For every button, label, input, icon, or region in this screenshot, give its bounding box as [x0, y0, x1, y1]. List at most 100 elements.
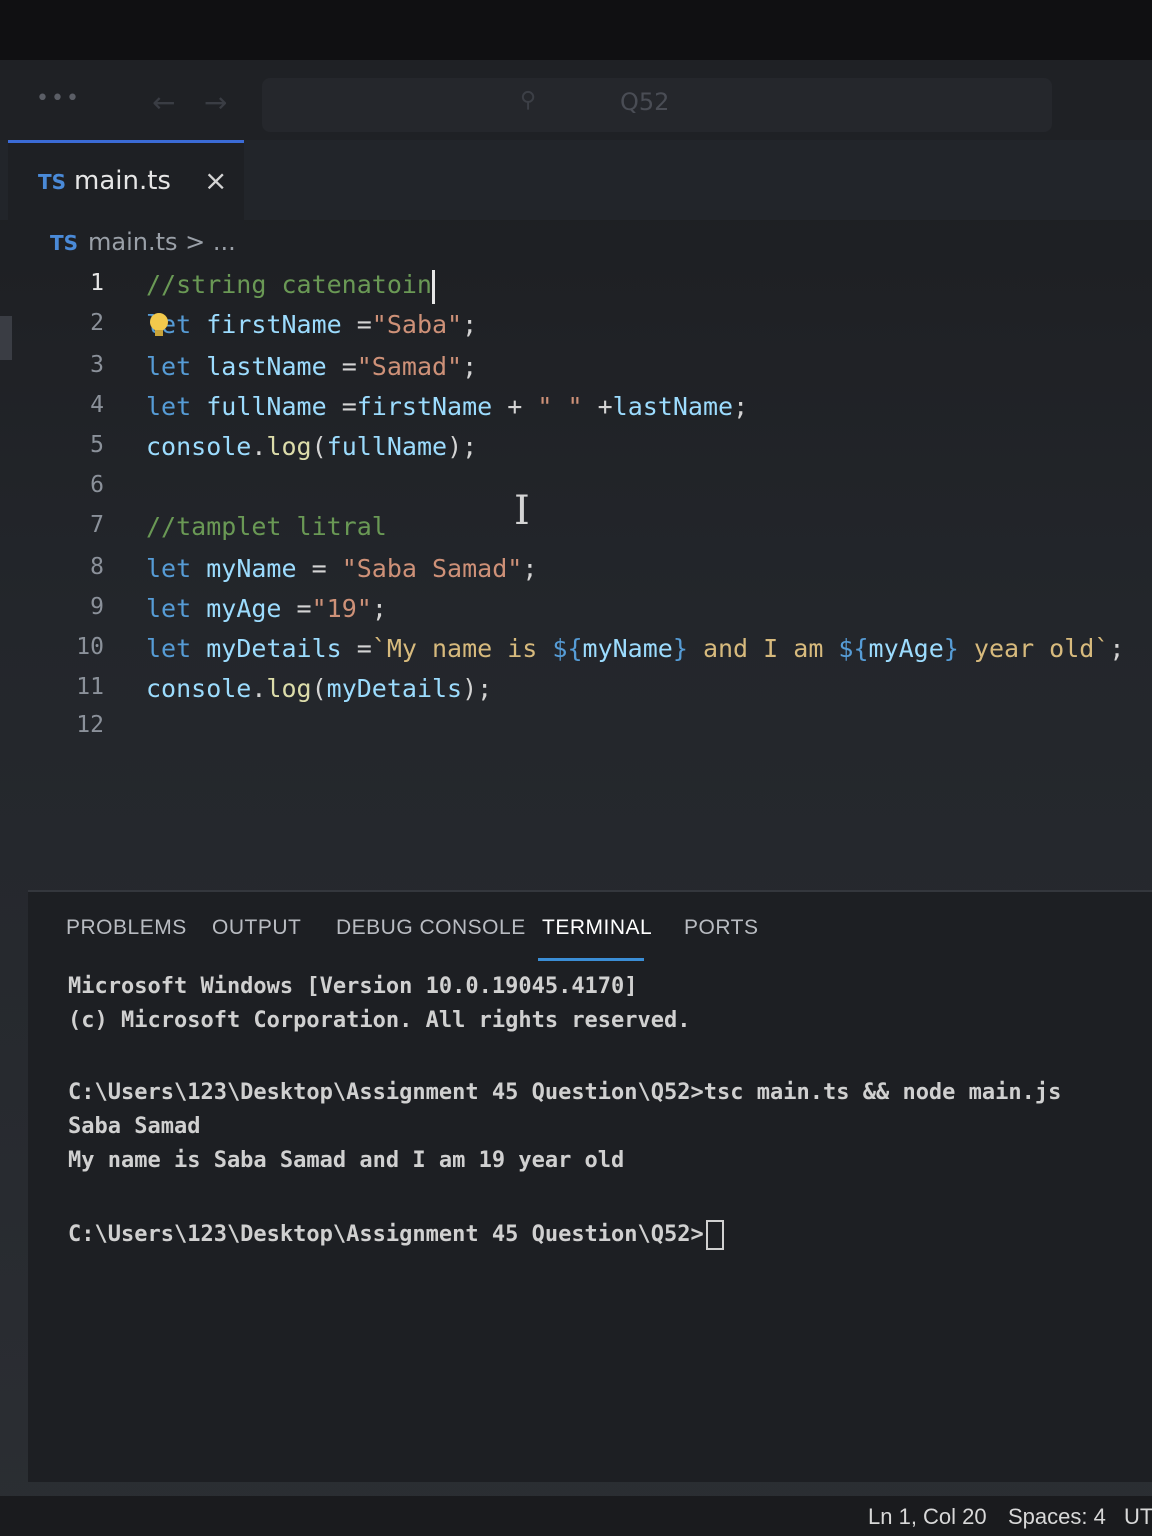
- code-token: =: [326, 352, 357, 381]
- code-line[interactable]: 3 let lastName ="Samad";: [0, 352, 1152, 392]
- line-number: 1: [90, 270, 104, 296]
- code-token: =: [296, 554, 342, 583]
- code-text: //string catenatoin: [146, 270, 432, 299]
- code-line[interactable]: 9 let myAge ="19";: [0, 594, 1152, 634]
- line-number: 5: [90, 432, 104, 458]
- status-encoding[interactable]: UT: [1124, 1504, 1152, 1530]
- terminal-output[interactable]: Microsoft Windows [Version 10.0.19045.41…: [68, 974, 1128, 1254]
- line-number: 7: [90, 512, 104, 538]
- terminal-prompt-line[interactable]: C:\Users\123\Desktop\Assignment 45 Quest…: [68, 1220, 1128, 1254]
- terminal-line: Saba Samad: [68, 1114, 201, 1139]
- code-token: myDetails: [326, 674, 463, 703]
- code-line[interactable]: 5 console.log(fullName);: [0, 432, 1152, 472]
- vscode-window: ••• ← → ⚲ Q52 TS main.ts × TS main.ts > .…: [0, 0, 1152, 1536]
- command-center-label: Q52: [620, 88, 670, 116]
- code-token: //string catenatoin: [146, 270, 432, 299]
- terminal-prompt: C:\Users\123\Desktop\Assignment 45 Quest…: [68, 1222, 704, 1247]
- breadcrumb-path: main.ts > ...: [88, 228, 236, 256]
- code-line[interactable]: 4 let fullName =firstName + " " +lastName…: [0, 392, 1152, 432]
- text-caret: [432, 270, 435, 304]
- code-token: "Saba Samad": [341, 554, 523, 583]
- code-line[interactable]: 1 //string catenatoin: [0, 270, 1152, 310]
- code-token: let: [146, 554, 192, 583]
- code-line[interactable]: 12: [0, 712, 1152, 752]
- code-text: //tamplet litral: [146, 512, 387, 541]
- code-token: myDetails: [206, 634, 342, 663]
- code-line[interactable]: 11 console.log(myDetails);: [0, 674, 1152, 714]
- code-editor[interactable]: 1//string catenatoin 2 let firstName ="Sab…: [0, 262, 1152, 890]
- code-text: let myAge ="19";: [146, 594, 387, 623]
- terminal-cursor: [705, 1220, 724, 1250]
- panel-tab-debug-console[interactable]: DEBUG CONSOLE: [336, 916, 526, 940]
- code-token: }: [672, 634, 688, 663]
- lightbulb-icon[interactable]: [148, 312, 170, 338]
- line-number: 2: [90, 310, 104, 336]
- status-indentation[interactable]: Spaces: 4: [1008, 1504, 1106, 1530]
- code-token: ;: [462, 352, 478, 381]
- code-token: .: [251, 432, 267, 461]
- line-number: 10: [76, 634, 104, 660]
- more-menu-icon[interactable]: •••: [36, 86, 81, 111]
- code-token: .: [251, 674, 267, 703]
- code-token: myName: [582, 634, 673, 663]
- typescript-file-icon: TS: [50, 231, 79, 255]
- code-token: =: [281, 594, 312, 623]
- code-token: fullName: [206, 392, 327, 421]
- status-cursor-position[interactable]: Ln 1, Col 20: [868, 1504, 987, 1530]
- panel-tab-ports[interactable]: PORTS: [684, 916, 758, 940]
- code-line[interactable]: 10 let myDetails =`My name is ${myName} a…: [0, 634, 1152, 674]
- code-token: ;: [1109, 634, 1125, 663]
- code-line[interactable]: 6: [0, 472, 1152, 512]
- code-token: ;: [462, 310, 478, 339]
- code-token: log: [266, 432, 312, 461]
- code-token: fullName: [326, 432, 448, 461]
- code-token: and I am: [687, 634, 839, 663]
- line-number: 4: [90, 392, 104, 418]
- code-token: year old`: [958, 634, 1110, 663]
- line-number: 9: [90, 594, 104, 620]
- code-token: );: [462, 674, 493, 703]
- line-number: 12: [76, 712, 104, 738]
- code-line[interactable]: 8 let myName = "Saba Samad";: [0, 554, 1152, 594]
- code-token: =: [326, 392, 357, 421]
- code-token: ;: [522, 554, 538, 583]
- code-token: ${: [838, 634, 869, 663]
- code-token: (: [311, 432, 327, 461]
- window-bezel: [0, 0, 1152, 60]
- code-line[interactable]: 7 //tamplet litral: [0, 512, 1152, 552]
- code-token: log: [266, 674, 312, 703]
- code-text: let myName = "Saba Samad";: [146, 554, 537, 583]
- code-token: +: [492, 392, 538, 421]
- code-token: (: [311, 674, 327, 703]
- mouse-ibeam-cursor-icon: I: [514, 488, 530, 534]
- back-arrow-icon[interactable]: ←: [152, 86, 175, 119]
- code-token: myName: [206, 554, 297, 583]
- forward-arrow-icon[interactable]: →: [204, 86, 227, 119]
- breadcrumb[interactable]: TS main.ts > ...: [50, 228, 236, 256]
- code-token: =: [341, 310, 372, 339]
- line-number: 3: [90, 352, 104, 378]
- code-token: let: [146, 392, 192, 421]
- panel-tab-output[interactable]: OUTPUT: [212, 916, 301, 940]
- terminal-line: My name is Saba Samad and I am 19 year o…: [68, 1148, 625, 1173]
- close-icon[interactable]: ×: [204, 164, 227, 197]
- code-token: lastName: [612, 392, 734, 421]
- line-number: 11: [76, 674, 104, 700]
- code-token: ;: [733, 392, 749, 421]
- code-token: firstName: [356, 392, 493, 421]
- panel-tab-terminal[interactable]: TERMINAL: [542, 916, 652, 940]
- panel-tab-problems[interactable]: PROBLEMS: [66, 916, 187, 940]
- code-line[interactable]: 2 let firstName ="Saba";: [0, 310, 1152, 350]
- code-text: let firstName ="Saba";: [146, 310, 477, 339]
- line-number: 6: [90, 472, 104, 498]
- terminal-line: C:\Users\123\Desktop\Assignment 45 Quest…: [68, 1080, 1062, 1105]
- code-token: `My name is: [371, 634, 553, 663]
- code-token: "19": [311, 594, 372, 623]
- code-token: +: [582, 392, 613, 421]
- code-token: let: [146, 352, 192, 381]
